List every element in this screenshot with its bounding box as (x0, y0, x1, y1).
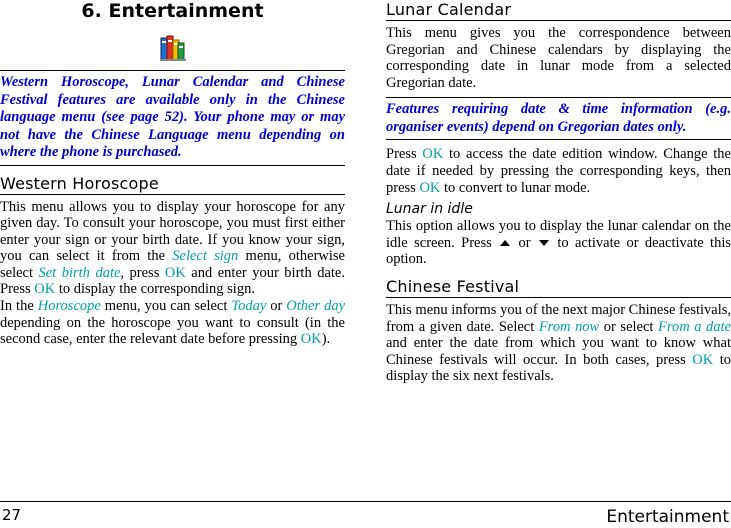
heading-chinese-festival: Chinese Festival (386, 276, 520, 296)
heading-western-horoscope: Western Horoscope (0, 173, 159, 193)
divider-western-horoscope (0, 193, 345, 195)
lc-p2-kw-ok-1: OK (422, 146, 444, 163)
wh-p1-c: , press (120, 264, 165, 281)
lunar-in-idle-paragraph: This option allows you to display the lu… (386, 218, 731, 268)
arrow-up-icon (500, 240, 511, 247)
arrow-down-icon (538, 240, 549, 247)
chinese-festival-paragraph-1: This menu informs you of the next major … (386, 302, 731, 385)
cf-p1-c: and enter the date from which you want t… (386, 335, 731, 368)
wh-p1-kw-select-sign: Select sign (172, 248, 239, 265)
page-number: 27 (2, 506, 22, 524)
lunar-calendar-note: Features requiring date & time informati… (386, 101, 731, 135)
books-icon (159, 34, 186, 62)
lunar-calendar-paragraph-2: Press OK to access the date edition wind… (386, 146, 731, 196)
wh-p2-kw-other-day: Other day (286, 298, 346, 315)
right-column: Lunar Calendar This menu gives you the c… (386, 0, 731, 385)
chapter-icon-row (0, 34, 345, 64)
lc-p2-a: Press (386, 146, 423, 163)
footer-divider (0, 501, 731, 502)
cf-p1-kw-from-now: From now (538, 318, 600, 335)
wh-p2-kw-ok: OK (300, 331, 322, 348)
page-footer: 27 Entertainment (0, 498, 731, 528)
divider-below-lunar-note (386, 139, 731, 141)
wh-p2-c: or (266, 298, 287, 315)
divider-above-intro (0, 70, 345, 71)
footer-section-title: Entertainment (606, 507, 729, 527)
cf-p1-kw-from-a-date: From a date (657, 318, 731, 335)
lunar-calendar-paragraph-1: This menu gives you the correspondence b… (386, 25, 731, 91)
lc-p3-b: or (512, 234, 537, 251)
divider-above-lunar-note (386, 97, 731, 99)
wh-p1-kw-ok-1: OK (164, 264, 186, 281)
cf-p1-kw-ok: OK (692, 351, 714, 368)
wh-p1-kw-set-birth-date: Set birth date (38, 264, 121, 281)
intro-note: Western Horoscope, Lunar Calendar and Ch… (0, 74, 345, 160)
left-column: 6. Entertainment Western Horoscope, Luna… (0, 0, 345, 348)
western-horoscope-paragraph-1: This menu allows you to display your hor… (0, 199, 345, 299)
wh-p1-e: to display the corresponding sign. (55, 281, 255, 298)
wh-p2-a: In the (0, 298, 38, 315)
wh-p2-kw-horoscope: Horoscope (37, 298, 101, 315)
wh-p2-kw-today: Today (231, 298, 267, 315)
document-page: 6. Entertainment Western Horoscope, Luna… (0, 0, 731, 528)
cf-p1-b: or select (599, 318, 658, 335)
lc-p2-c: to convert to lunar mode. (440, 179, 591, 196)
lc-p2-kw-ok-2: OK (419, 179, 441, 196)
western-horoscope-paragraph-2: In the Horoscope menu, you can select To… (0, 298, 345, 348)
subheading-lunar-in-idle: Lunar in idle (386, 201, 473, 218)
heading-lunar-calendar: Lunar Calendar (386, 0, 512, 19)
divider-below-intro (0, 164, 345, 166)
wh-p2-e: ). (321, 331, 331, 348)
wh-p1-kw-ok-2: OK (34, 281, 56, 298)
wh-p2-b: menu, you can select (100, 298, 232, 315)
divider-lunar-calendar (386, 20, 731, 21)
wh-p2-d: depending on the horoscope you want to c… (0, 314, 345, 348)
page-title: 6. Entertainment (81, 0, 264, 22)
divider-chinese-festival (386, 296, 731, 298)
